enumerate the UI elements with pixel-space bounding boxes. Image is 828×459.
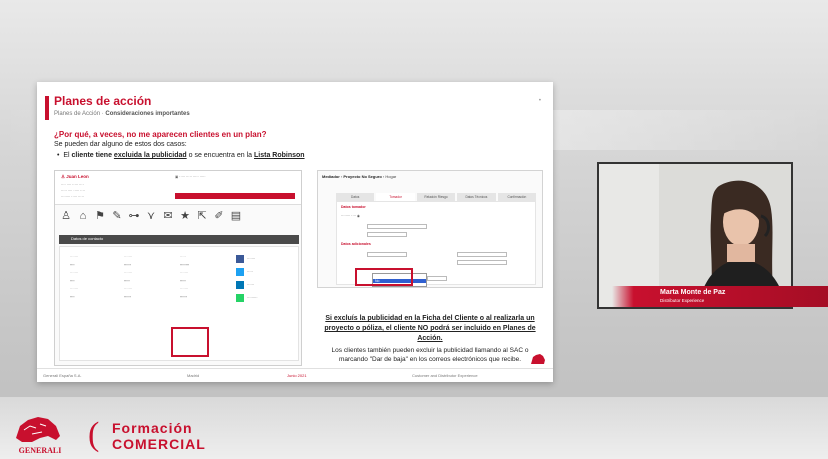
form-row-1: ········ ···· ◉ [341,214,360,218]
tab-datos: Datos [336,193,375,201]
form-field-2 [367,232,407,237]
crm-client-screenshot: ♙ Juan Leon ···· ···· ····· ···· ····· ·… [54,170,302,366]
crm-breadcrumb: Mediador › Proyecto No Seguro › Hogar [322,174,397,179]
footer-date: Junio 2021 [287,373,307,378]
crm-col-3: ····· ········ ······· ····· ······· ······ [180,255,190,299]
brand-comercial: COMERCIAL [112,436,206,452]
footer-company: Generali España S.A. [43,373,82,378]
video-stage: Planes de acción Planes de Acción · Cons… [0,0,828,459]
slide-marker: • [538,98,541,104]
chat-icon: ✉ [163,210,173,222]
form-field-5 [457,260,507,265]
crm-client-details: ···· ···· ····· ···· [61,183,84,187]
tab-relacion-riesgo: Relación Riesgo [416,193,456,201]
slide-accent-bar [45,96,49,120]
crm-highlight-box [171,327,209,357]
calendar-icon: ▤ [230,210,242,222]
slide-note-body: Los clientes también pueden excluir la p… [331,347,529,363]
footer-city: Madrid [187,373,200,378]
tab-confirmacion: Confirmación [497,193,537,201]
twitter-icon [236,268,244,277]
section-datos-adicionales: Datos adicionales [341,242,371,246]
tab-tomador: Tomador [376,193,415,201]
house-icon: ⌂ [79,210,87,222]
linkedin-icon [236,281,244,290]
slide-title: Planes de acción [54,94,152,108]
presentation-slide: Planes de acción Planes de Acción · Cons… [37,82,553,382]
crm-social-links: ······· ····· ······ ········· [236,253,296,305]
crm-contact-panel: ······· ···· ······· ···· ······· ···· ······… [59,246,299,361]
edit-icon: ✐ [214,210,224,222]
crm-col-2: ······· ······ ······· ····· ······· ······ [124,255,133,299]
generali-lion-small-icon [531,354,545,364]
brush-icon: ✎ [112,210,122,222]
crm-project-screenshot: Mediador › Proyecto No Seguro › Hogar Da… [317,170,543,288]
crm-client-details-2: ····· ···· ····· ···· [61,189,85,193]
crm-right-highlight-box [355,268,413,286]
form-field-6 [427,276,447,281]
crm-section-header: Datos de contacto [59,235,299,244]
crm-client-details-3: ········ ····· ····· [61,195,84,199]
crm-red-bar [175,193,295,199]
section-datos-tomador: Datos tomador [341,205,366,209]
crm-tabs: Datos Tomador Relación Riesgo Datos Técn… [336,193,537,201]
slide-footer: Generali España S.A. Madrid Junio 2021 C… [37,368,553,382]
form-field-4 [457,252,507,257]
brand-formacion: Formación [112,420,193,436]
brand-parenthesis: ( [88,416,100,453]
form-field-3 [367,252,407,257]
form-field-1 [367,224,427,229]
slide-bullet: • El cliente tiene excluida la publicida… [57,152,305,159]
facebook-icon [236,255,244,264]
presenter-name: Marta Monte de Paz [660,289,726,296]
star-icon: ★ [180,210,190,222]
crm-client-name: ♙ Juan Leon [61,174,89,179]
slide-subtitle: Planes de Acción · Consideraciones impor… [54,111,190,117]
tag-icon: ⚑ [95,210,105,222]
car-icon: ⊶ [128,210,140,222]
crm-client-stats: ▣ ····· ····· ····· ····· [175,175,206,179]
footer-dept: Customer and Distributor Experience [412,373,478,378]
crm-action-icons: ♙ ⌂ ⚑ ✎ ⊶ ⋎ ✉ ★ ⇱ ✐ ▤ [59,209,299,231]
crm-col-1: ······· ···· ······· ···· ······· ···· [70,255,79,299]
slide-note-title: Si excluís la publicidad en la Ficha del… [324,315,536,342]
generali-lion-logo: GENERALI [16,417,62,455]
presenter-role: Distributor Experience [660,298,705,303]
slide-subtext: Se pueden dar alguno de estos dos casos: [54,141,187,148]
person-icon: ♙ [61,210,71,222]
generali-wordmark: GENERALI [19,446,62,455]
whatsapp-icon [236,294,244,303]
crm-client-header: ♙ Juan Leon ···· ···· ····· ···· ····· ·… [55,171,301,205]
slide-question: ¿Por qué, a veces, no me aparecen client… [54,130,267,139]
chart-icon: ⋎ [146,210,156,222]
tab-datos-tecnicos: Datos Técnicos [457,193,496,201]
export-icon: ⇱ [197,210,207,222]
